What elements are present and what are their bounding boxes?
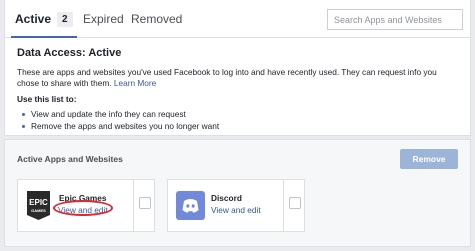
tab-active-label: Active <box>15 12 52 26</box>
epic-logo-text: EPIC <box>29 198 48 207</box>
tab-bar: Active 2 Expired Removed <box>4 0 471 38</box>
active-count-badge: 2 <box>57 12 73 27</box>
app-checkbox[interactable] <box>289 197 301 209</box>
tab-expired[interactable]: Expired <box>83 0 124 38</box>
tab-active[interactable]: Active 2 <box>11 0 77 38</box>
app-card-epic-games: EPIC GAMES Epic Games View and edit <box>17 179 155 232</box>
remove-button[interactable]: Remove <box>400 149 458 169</box>
use-list-item: Remove the apps and websites you no long… <box>17 120 458 132</box>
discord-logo-icon <box>176 191 205 220</box>
app-card-discord: Discord View and edit <box>167 179 305 232</box>
description-text: These are apps and websites you've used … <box>17 67 437 88</box>
use-list-title: Use this list to: <box>17 94 77 104</box>
active-apps-section: Active Apps and Websites Remove EPIC GAM… <box>4 139 471 247</box>
app-name: Epic Games <box>59 193 107 203</box>
data-access-panel: Data Access: Active These are apps and w… <box>4 38 471 136</box>
app-card-body: Discord View and edit <box>168 180 284 231</box>
tab-removed[interactable]: Removed <box>131 0 182 38</box>
app-card-body: EPIC GAMES Epic Games View and edit <box>18 180 134 231</box>
epic-logo-subtext: GAMES <box>31 208 46 213</box>
epic-games-logo-icon: EPIC GAMES <box>27 191 50 220</box>
use-list-item: View and update the info they can reques… <box>17 108 458 120</box>
learn-more-link[interactable]: Learn More <box>114 78 156 88</box>
section-title: Active Apps and Websites <box>17 154 123 164</box>
use-list: View and update the info they can reques… <box>17 108 458 132</box>
description: These are apps and websites you've used … <box>17 67 458 89</box>
view-and-edit-link[interactable]: View and edit <box>211 205 261 215</box>
page-title: Data Access: Active <box>17 47 122 59</box>
app-checkbox[interactable] <box>139 197 151 209</box>
app-name: Discord <box>211 193 242 203</box>
view-and-edit-link[interactable]: View and edit <box>58 205 108 215</box>
search-input[interactable] <box>327 9 463 30</box>
